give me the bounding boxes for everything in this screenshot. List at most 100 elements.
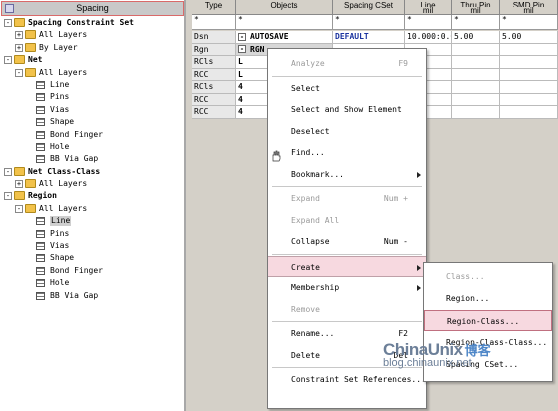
collapse-icon[interactable]: - [4,192,12,201]
menu-item-expand-all[interactable]: Expand All [268,210,426,231]
spacing-tab[interactable]: Spacing [1,1,184,16]
table-cell-type: RCC [192,106,236,119]
watermark-url: blog.chinaunix.net [383,357,472,369]
menu-item-analyze[interactable]: Analyze F9 [268,53,426,74]
table-row[interactable]: Dsn-AUTOSAVEDEFAULT10.000:0.000...5.005.… [192,31,558,44]
submenu-item-class[interactable]: Class... [424,266,552,287]
tree-node[interactable]: BB Via Gap [0,153,184,165]
menu-item-label: Deselect [291,126,330,136]
tree-node[interactable]: - All Layers [0,67,184,79]
menu-item-find[interactable]: Find... [268,142,426,163]
tree-node-label: Vias [50,241,70,251]
folder-icon [14,191,25,201]
filter-cell[interactable]: * [500,15,558,30]
worksheet-icon [36,105,45,114]
menu-item-select[interactable]: Select [268,78,426,99]
collapse-icon[interactable]: - [4,19,12,27]
submenu-item-region[interactable]: Region... [424,288,552,309]
worksheet-icon [36,80,45,89]
tree-node[interactable]: Line [0,215,184,227]
worksheet-icon [36,254,45,263]
tree-node[interactable]: Pins [0,91,184,103]
tree-node[interactable]: Shape [0,252,184,264]
tree-node[interactable]: Bond Finger [0,265,184,277]
menu-item-shortcut: Num + [383,194,408,203]
table-cell-v3 [500,106,558,119]
tree-node[interactable]: BB Via Gap [0,290,184,302]
filter-cell[interactable]: * [405,15,452,30]
collapse-icon[interactable]: - [238,45,246,53]
collapse-icon[interactable]: - [4,56,12,65]
tree-node[interactable]: Vias [0,104,184,116]
menu-item-deselect[interactable]: Deselect [268,121,426,142]
menu-item-constraint-set-references[interactable]: Constraint Set References... [268,369,426,390]
worksheet-icon [36,217,45,226]
table-cell-v2 [452,56,500,69]
column-header[interactable]: Spacing CSet [333,0,405,15]
tree-node[interactable]: Bond Finger [0,129,184,141]
collapse-icon[interactable]: - [15,204,23,213]
menu-item-remove[interactable]: Remove [268,299,426,320]
tree-node[interactable]: + By Layer [0,42,184,54]
menu-item-membership[interactable]: Membership [268,277,426,298]
table-cell-v1: 10.000:0.000... [405,31,452,44]
expand-icon[interactable]: + [15,31,23,40]
collapse-icon[interactable]: - [4,167,12,176]
tree-node-label: Net [28,55,43,65]
menu-item-label: Collapse [291,237,330,246]
tree-node[interactable]: Line [0,79,184,91]
table-cell-v2 [452,68,500,81]
table-cell-v3 [500,56,558,69]
collapse-icon[interactable]: - [15,68,23,77]
menu-item-select-and-show-element[interactable]: Select and Show Element [268,99,426,120]
folder-icon [14,55,25,65]
column-header[interactable]: Objects [236,0,333,15]
tree-node[interactable]: Pins [0,228,184,240]
folder-icon [25,179,36,189]
worksheet-icon [36,118,45,127]
tree-node[interactable]: - Region [0,190,184,202]
worksheet-icon [36,266,45,275]
tree-node[interactable]: Vias [0,240,184,252]
menu-item-label: Select and Show Element [291,105,402,114]
tree-node[interactable]: - Net Class-Class [0,166,184,178]
tree-node-label: Bond Finger [50,265,103,275]
menu-item-collapse[interactable]: Collapse Num - [268,231,426,252]
table-cell-type: RCC [192,68,236,81]
tree-node[interactable]: Hole [0,141,184,153]
worksheet-icon [36,229,45,238]
worksheet-icon [36,93,45,102]
expand-icon[interactable]: + [15,43,23,52]
table-cell-cset: DEFAULT [333,31,405,44]
expand-icon[interactable]: + [15,180,23,189]
filter-cell[interactable]: * [236,15,333,30]
menu-item-bookmark[interactable]: Bookmark... [268,164,426,185]
menu-item-label: Create [291,262,320,272]
tree-node-label: Shape [50,117,75,127]
filter-cell[interactable]: * [192,15,236,30]
folder-icon [25,203,36,213]
column-header[interactable]: Type [192,0,236,15]
tree-node-label: Vias [50,104,70,114]
menu-separator [272,321,422,322]
tree-node-label: Net Class-Class [28,166,101,176]
table-cell-text: RGN [250,44,265,54]
submenu-item-region-class[interactable]: Region-Class... [424,310,552,331]
tree-node[interactable]: Shape [0,116,184,128]
tree-node[interactable]: + All Layers [0,178,184,190]
tree-node[interactable]: Hole [0,277,184,289]
table-cell-v2: 5.00 [452,31,500,44]
tree-node-label: Line [50,216,72,227]
table-cell-text: AUTOSAVE [250,32,289,41]
tree-node[interactable]: - All Layers [0,203,184,215]
menu-item-expand[interactable]: Expand Num + [268,188,426,209]
filter-cell[interactable]: * [333,15,405,30]
menu-item-label: Find... [291,148,325,157]
menu-item-create[interactable]: Create [268,255,426,277]
tree-node[interactable]: - Spacing Constraint Set [0,17,184,29]
tree-node[interactable]: - Net [0,54,184,66]
tree-node[interactable]: + All Layers [0,29,184,41]
collapse-icon[interactable]: - [238,32,246,41]
menu-item-label: Delete [291,350,320,360]
filter-cell[interactable]: * [452,15,500,30]
